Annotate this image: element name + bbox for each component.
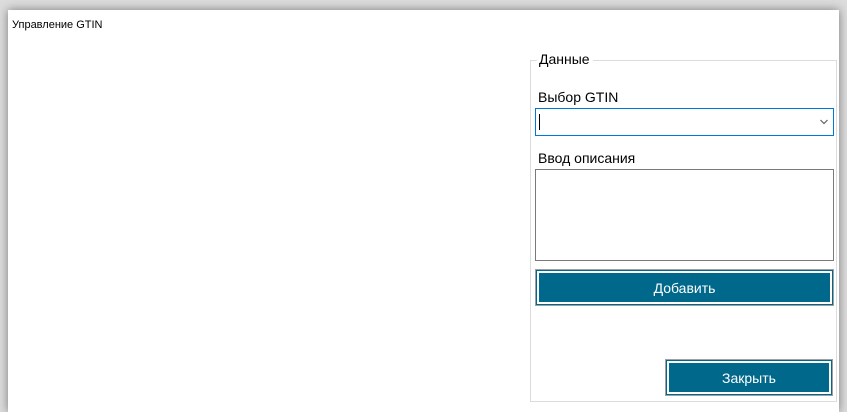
gtin-select-combobox[interactable] — [535, 108, 834, 136]
gtin-management-window: Управление GTIN Данные Выбор GTIN Ввод о… — [8, 10, 839, 412]
window-title: Управление GTIN — [12, 19, 103, 31]
description-label: Ввод описания — [538, 150, 636, 166]
text-cursor — [539, 114, 540, 130]
close-button[interactable]: Закрыть — [666, 360, 832, 395]
groupbox-legend: Данные — [537, 51, 593, 67]
description-textarea[interactable] — [535, 169, 834, 261]
chevron-down-icon[interactable] — [819, 117, 829, 127]
gtin-select-label: Выбор GTIN — [538, 89, 619, 105]
add-button[interactable]: Добавить — [536, 270, 833, 305]
